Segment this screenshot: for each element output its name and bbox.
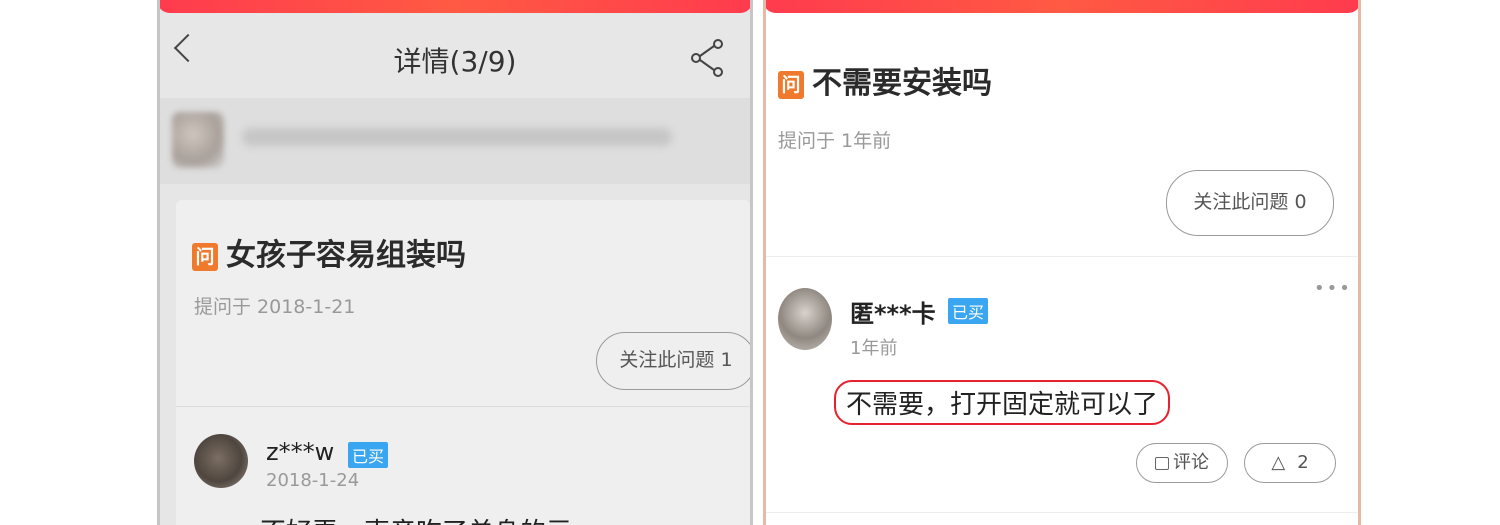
answer-username: z***w [266, 438, 335, 466]
answer-text-highlighted: 不需要，打开固定就可以了 [834, 380, 1171, 425]
question-icon: 问 [192, 242, 218, 271]
question-time: 提问于 2018-1-21 [194, 296, 356, 318]
follow-question-button[interactable]: 关注此问题 0 [1166, 170, 1334, 236]
bought-badge: 已买 [348, 442, 389, 468]
right-phone-screen: 问不需要安装吗 提问于 1年前 关注此问题 0 ••• 匿***卡 已买 1年前… [763, 0, 1361, 525]
share-icon[interactable] [690, 38, 726, 78]
top-status-bar [766, 0, 1358, 13]
follow-question-button[interactable]: 关注此问题 1 [596, 332, 750, 390]
question-card: 问女孩子容易组装吗 提问于 2018-1-21 关注此问题 1 z***w 已买… [176, 200, 750, 525]
question-icon: 问 [778, 70, 804, 99]
answer-date: 1年前 [850, 338, 898, 359]
nav-bar: 详情(3/9) [160, 14, 750, 98]
avatar[interactable] [194, 434, 248, 488]
question-time: 提问于 1年前 [778, 130, 892, 152]
bought-badge: 已买 [948, 298, 989, 324]
divider [766, 256, 1358, 257]
comment-button[interactable]: 评论 [1136, 443, 1228, 483]
question-title: 问不需要安装吗 [778, 58, 992, 102]
top-status-bar [160, 0, 750, 13]
product-title-blurred [242, 128, 672, 146]
avatar[interactable] [778, 288, 832, 350]
answer-date: 2018-1-24 [266, 470, 360, 491]
comment-icon [1155, 456, 1169, 470]
product-thumbnail [172, 112, 224, 168]
divider [176, 406, 750, 407]
like-icon: △ [1271, 452, 1286, 473]
answer-text: 不好弄，声音吃了单身的亏 [260, 512, 572, 525]
answer-username: 匿***卡 [850, 300, 936, 328]
question-title: 问女孩子容易组装吗 [192, 230, 466, 274]
page-title: 详情(3/9) [393, 45, 517, 78]
more-dots-icon[interactable]: ••• [1314, 278, 1352, 299]
like-button[interactable]: △ 2 [1244, 443, 1336, 483]
product-banner-blurred[interactable] [160, 98, 750, 184]
left-phone-screen: 详情(3/9) 问女孩子容易组装吗 提问于 2018-1-21 关注此问题 1 … [157, 0, 753, 525]
divider [766, 512, 1358, 513]
